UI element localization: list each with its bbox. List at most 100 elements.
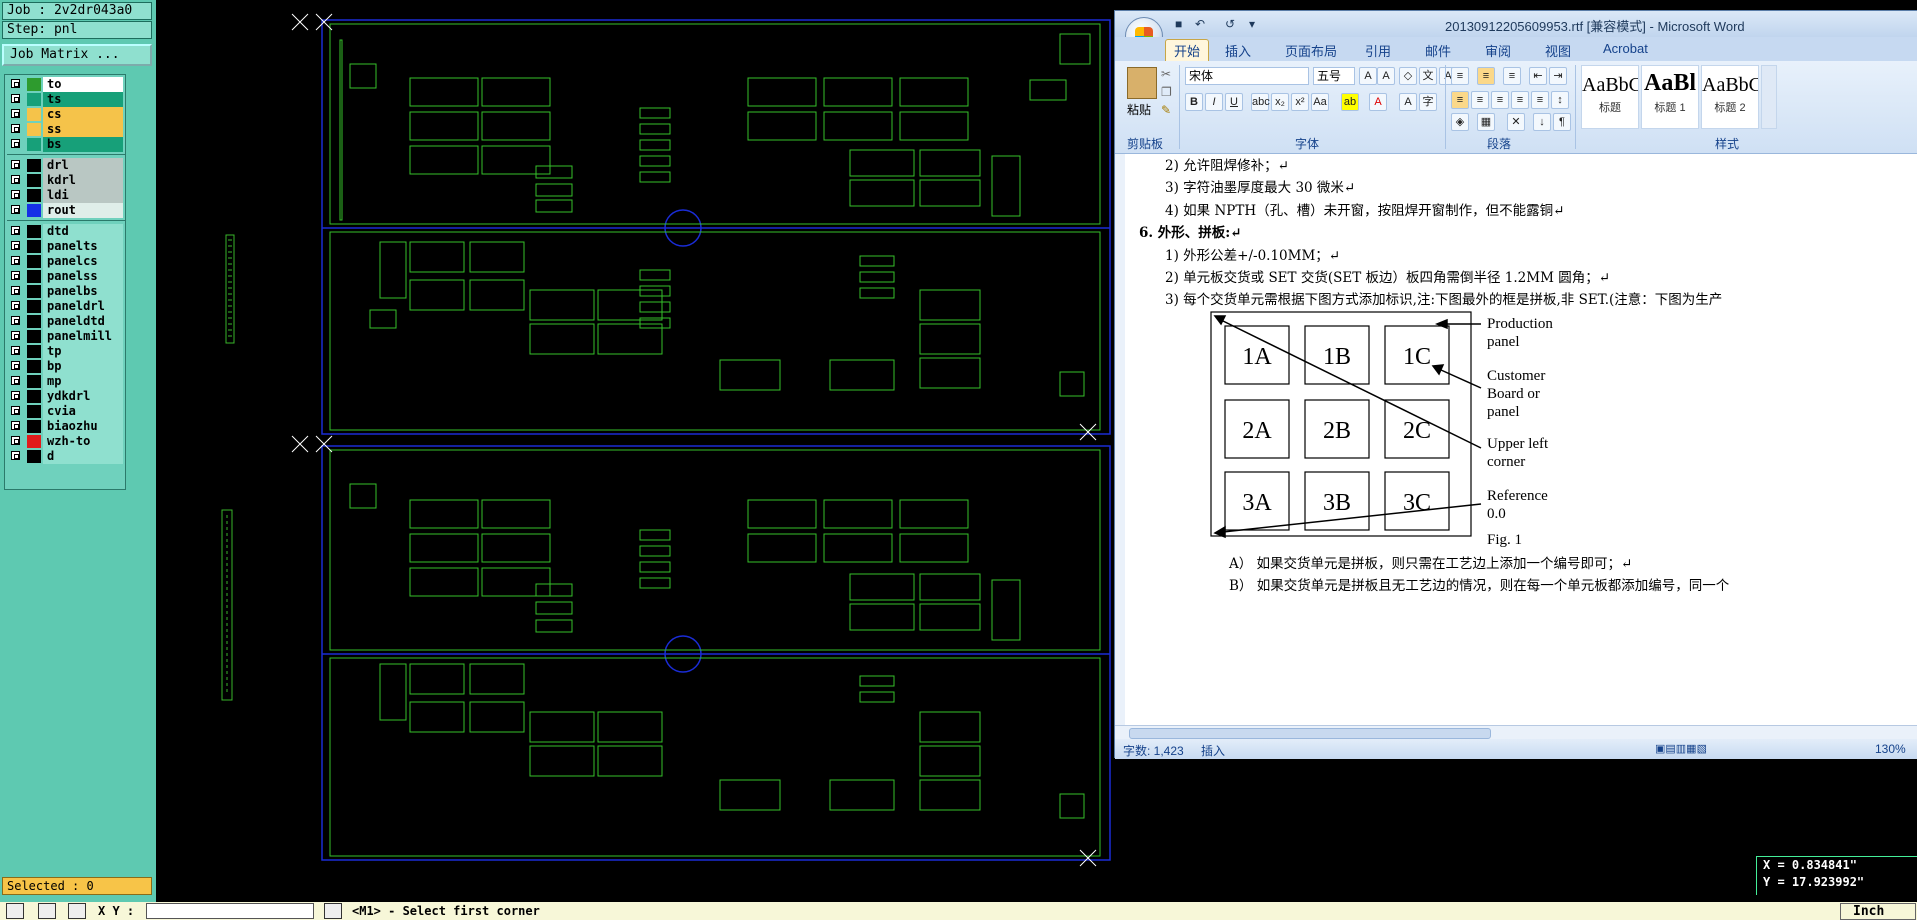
line-spacing-icon[interactable]: ↕ (1551, 91, 1569, 109)
layer-color-swatch[interactable] (27, 159, 41, 172)
layer-color-swatch[interactable] (27, 138, 41, 151)
format-painter-icon[interactable]: ✎ (1161, 103, 1171, 117)
cursor-tool-icon[interactable] (324, 903, 342, 919)
layer-checkbox[interactable] (11, 79, 20, 88)
layer-row-rout[interactable]: rout (7, 203, 125, 218)
shading-icon[interactable]: ◈ (1451, 113, 1469, 131)
layer-checkbox[interactable] (11, 301, 20, 310)
layer-row-cvia[interactable]: cvia (7, 404, 125, 419)
unit-button[interactable]: Inch (1840, 903, 1916, 920)
grow-font-icon[interactable]: A (1359, 67, 1377, 85)
layer-color-swatch[interactable] (27, 360, 41, 373)
show-marks-icon[interactable]: ¶ (1553, 113, 1571, 131)
layer-color-swatch[interactable] (27, 285, 41, 298)
layer-name[interactable]: bp (43, 359, 123, 374)
layer-color-swatch[interactable] (27, 255, 41, 268)
layer-checkbox[interactable] (11, 436, 20, 445)
layer-color-swatch[interactable] (27, 435, 41, 448)
layer-name[interactable]: panelmill (43, 329, 123, 344)
layer-color-swatch[interactable] (27, 189, 41, 202)
align-right-icon[interactable]: ≡ (1491, 91, 1509, 109)
layer-checkbox[interactable] (11, 241, 20, 250)
tab-insert[interactable]: 插入 (1225, 41, 1251, 60)
zoom-level[interactable]: 130% (1875, 742, 1906, 756)
strikethrough-icon[interactable]: abc (1251, 93, 1270, 111)
layer-color-swatch[interactable] (27, 123, 41, 136)
layer-name[interactable]: drl (43, 158, 123, 173)
superscript-icon[interactable]: x² (1291, 93, 1309, 111)
style-heading-1[interactable]: AaBl 标题 1 (1641, 65, 1699, 129)
layer-row-wzh-to[interactable]: wzh-to (7, 434, 125, 449)
layer-row-panelmill[interactable]: panelmill (7, 329, 125, 344)
layer-name[interactable]: kdrl (43, 173, 123, 188)
layer-checkbox[interactable] (11, 139, 20, 148)
tab-acrobat[interactable]: Acrobat (1603, 41, 1648, 56)
styles-scroll[interactable] (1761, 65, 1777, 129)
scroll-thumb[interactable] (1129, 728, 1491, 739)
enclose-char-icon[interactable]: 字 (1419, 93, 1437, 111)
layer-name[interactable]: cs (43, 107, 123, 122)
layer-name[interactable]: d (43, 449, 123, 464)
save-icon[interactable]: ■ (1175, 17, 1189, 31)
job-matrix-button[interactable]: Job Matrix ... (2, 44, 152, 66)
layer-name[interactable]: paneldrl (43, 299, 123, 314)
layer-checkbox[interactable] (11, 205, 20, 214)
xy-input[interactable] (146, 903, 314, 919)
layer-checkbox[interactable] (11, 160, 20, 169)
font-name-combo[interactable]: 宋体 (1185, 67, 1309, 85)
layer-checkbox[interactable] (11, 406, 20, 415)
char-shading-icon[interactable]: A (1399, 93, 1417, 111)
phonetic-icon[interactable]: 文 (1419, 67, 1437, 85)
layer-color-swatch[interactable] (27, 174, 41, 187)
layer-checkbox[interactable] (11, 316, 20, 325)
paste-icon[interactable] (1127, 67, 1157, 99)
cut-icon[interactable]: ✂ (1161, 67, 1171, 81)
layer-color-swatch[interactable] (27, 204, 41, 217)
highlight-icon[interactable]: ab (1341, 93, 1359, 111)
layer-checkbox[interactable] (11, 451, 20, 460)
layer-checkbox[interactable] (11, 190, 20, 199)
layer-name[interactable]: panelbs (43, 284, 123, 299)
layer-checkbox[interactable] (11, 109, 20, 118)
layer-checkbox[interactable] (11, 271, 20, 280)
layer-name[interactable]: wzh-to (43, 434, 123, 449)
layer-row-ldi[interactable]: ldi (7, 188, 125, 203)
tab-page-layout[interactable]: 页面布局 (1285, 41, 1337, 60)
layer-name[interactable]: paneldtd (43, 314, 123, 329)
layer-name[interactable]: ydkdrl (43, 389, 123, 404)
word-count[interactable]: 字数: 1,423 (1123, 742, 1184, 759)
clear-format-icon[interactable]: ◇ (1399, 67, 1417, 85)
align-left-icon[interactable]: ≡ (1451, 91, 1469, 109)
layer-checkbox[interactable] (11, 346, 20, 355)
layer-row-biaozhu[interactable]: biaozhu (7, 419, 125, 434)
tab-home[interactable]: 开始 (1165, 39, 1210, 61)
layer-checkbox[interactable] (11, 376, 20, 385)
bullets-icon[interactable]: ≡ (1451, 67, 1469, 85)
sort-icon[interactable]: ↓ (1533, 113, 1551, 131)
tab-references[interactable]: 引用 (1365, 41, 1391, 60)
layer-color-swatch[interactable] (27, 93, 41, 106)
bold-icon[interactable]: B (1185, 93, 1203, 111)
borders-icon[interactable]: ▦ (1477, 113, 1495, 131)
multilevel-list-icon[interactable]: ≡ (1503, 67, 1521, 85)
increase-indent-icon[interactable]: ⇥ (1549, 67, 1567, 85)
layer-checkbox[interactable] (11, 391, 20, 400)
layer-name[interactable]: panelts (43, 239, 123, 254)
decrease-indent-icon[interactable]: ⇤ (1529, 67, 1547, 85)
qat-dropdown-icon[interactable]: ▾ (1249, 17, 1263, 31)
layer-row-panelbs[interactable]: panelbs (7, 284, 125, 299)
layer-name[interactable]: panelss (43, 269, 123, 284)
layer-color-swatch[interactable] (27, 240, 41, 253)
redo-icon[interactable]: ↺ (1225, 17, 1239, 31)
layer-color-swatch[interactable] (27, 315, 41, 328)
layer-name[interactable]: tp (43, 344, 123, 359)
layer-color-swatch[interactable] (27, 420, 41, 433)
layer-row-cs[interactable]: cs (7, 107, 125, 122)
layer-color-swatch[interactable] (27, 330, 41, 343)
layer-row-mp[interactable]: mp (7, 374, 125, 389)
layer-checkbox[interactable] (11, 175, 20, 184)
distribute-icon[interactable]: ≡ (1531, 91, 1549, 109)
tab-mailings[interactable]: 邮件 (1425, 41, 1451, 60)
layer-checkbox[interactable] (11, 331, 20, 340)
layer-checkbox[interactable] (11, 421, 20, 430)
